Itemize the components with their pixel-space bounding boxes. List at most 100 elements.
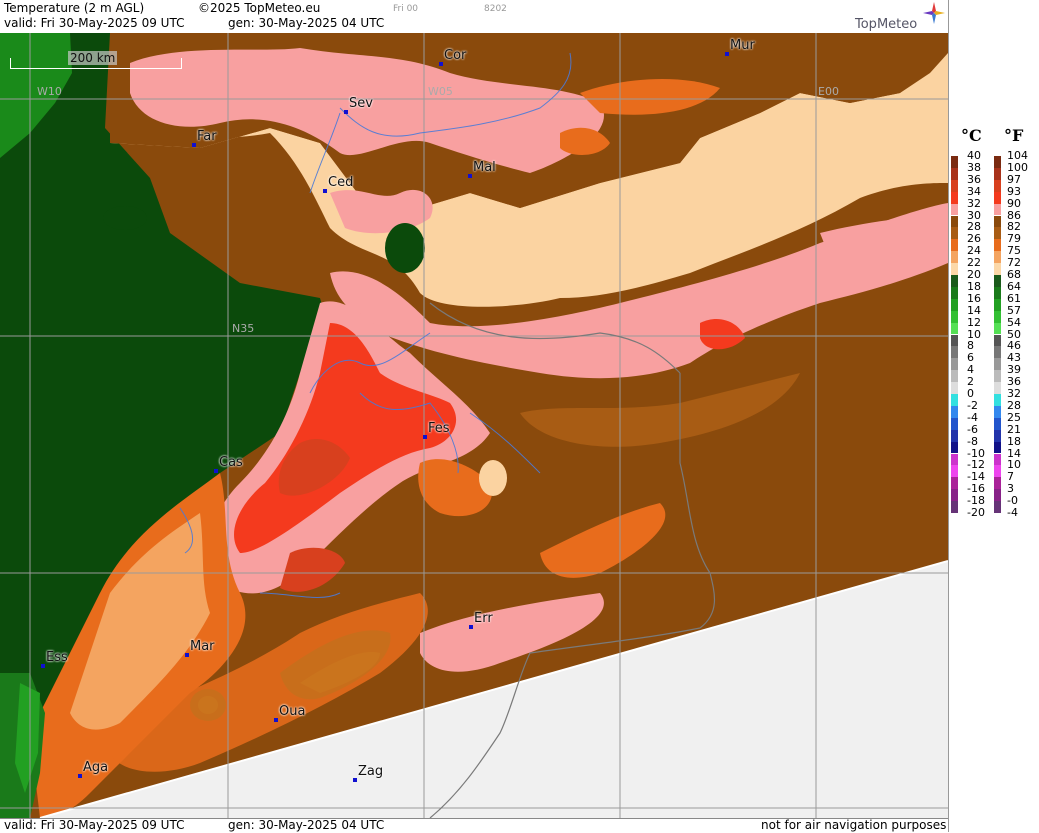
legend-swatch: [951, 191, 958, 204]
legend-swatch: [951, 465, 958, 478]
legend-swatch: [951, 370, 958, 383]
legend-swatch: [994, 405, 1001, 418]
legend-swatch: [951, 227, 958, 240]
legend-swatch: [994, 489, 1001, 502]
legend-swatch: [994, 477, 1001, 490]
legend-swatch: [994, 382, 1001, 394]
city-label: Sev: [349, 96, 373, 111]
legend-celsius-tick: -12: [967, 458, 985, 472]
scale-label: 200 km: [68, 51, 118, 65]
city-marker-sev: [344, 110, 348, 114]
legend-swatch: [951, 310, 958, 323]
footer-valid: valid: Fri 30-May-2025 09 UTC: [4, 818, 185, 832]
legend-swatch: [951, 322, 958, 335]
legend-fahrenheit-tick: 68: [1007, 268, 1021, 281]
legend-swatch: [951, 286, 958, 299]
city-label: Oua: [279, 704, 306, 719]
legend-swatch: [951, 251, 958, 264]
footer-gen: gen: 30-May-2025 04 UTC: [228, 818, 385, 832]
legend-celsius-tick: 32: [967, 196, 981, 210]
legend-celsius-tick: 26: [967, 232, 981, 246]
legend-fahrenheit-tick: 64: [1007, 279, 1021, 293]
city-marker-mur: [725, 52, 729, 56]
city-marker-mar: [185, 653, 189, 657]
legend-swatch: [994, 298, 1001, 311]
fahrenheit-unit: °F: [1004, 126, 1024, 145]
legend-celsius-tick: 8: [967, 339, 974, 353]
legend-swatch: [951, 275, 958, 287]
map-canvas: [0, 33, 948, 818]
legend-celsius-tick: -16: [967, 482, 985, 496]
temperature-map[interactable]: W10 W05 E00 N35 200 km Cor Mur Sev Far Mal Ce…: [0, 33, 948, 818]
legend-fahrenheit-tick: 32: [1007, 387, 1021, 400]
legend-celsius-tick: 34: [967, 184, 981, 198]
legend-swatch: [951, 239, 958, 252]
legend-swatch: [994, 239, 1001, 252]
legend-swatch: [994, 322, 1001, 335]
legend-swatch: [951, 405, 958, 418]
legend-celsius-tick: 28: [967, 220, 981, 234]
celsius-unit: °C: [961, 126, 982, 145]
legend-fahrenheit-tick: 18: [1007, 434, 1021, 448]
valid-time: valid: Fri 30-May-2025 09 UTC: [4, 16, 185, 30]
legend-fahrenheit-tick: 61: [1007, 291, 1021, 305]
legend-fahrenheit-tick: 36: [1007, 375, 1021, 389]
legend-celsius-tick: -18: [967, 494, 985, 508]
city-marker-far: [192, 143, 196, 147]
legend-swatch: [994, 358, 1001, 371]
legend-celsius-tick: 4: [967, 363, 974, 377]
legend-swatch: [994, 334, 1001, 347]
legend-celsius-tick: 36: [967, 172, 981, 186]
legend-fahrenheit-tick: 86: [1007, 208, 1021, 222]
legend-swatch: [994, 179, 1001, 192]
legend-celsius-tick: 30: [967, 208, 981, 222]
city-label: Far: [197, 129, 217, 144]
legend-swatch: [951, 179, 958, 192]
city-label: Mar: [190, 639, 215, 654]
legend-celsius-tick: 22: [967, 256, 981, 270]
legend-swatch: [951, 358, 958, 371]
legend-fahrenheit-tick: 72: [1007, 256, 1021, 270]
legend-celsius-tick: -20: [967, 506, 985, 519]
city-marker-cas: [214, 469, 218, 473]
footer-note: not for air navigation purposes: [761, 818, 947, 832]
legend-swatch: [951, 489, 958, 502]
legend-fahrenheit-tick: -4: [1007, 506, 1018, 519]
copyright: ©2025 TopMeteo.eu: [198, 1, 321, 15]
run-label: Fri 00: [393, 4, 419, 14]
legend-celsius-tick: -6: [967, 422, 978, 436]
legend-fahrenheit-tick: 46: [1007, 339, 1021, 353]
legend-swatch: [951, 263, 958, 275]
brand-name: TopMeteo: [855, 17, 918, 32]
legend-fahrenheit-tick: 93: [1007, 184, 1021, 198]
grid-label-e00: E00: [818, 85, 839, 98]
city-label: Cor: [444, 48, 467, 63]
legend-swatch: [951, 441, 958, 454]
legend-celsius-tick: -2: [967, 398, 978, 412]
legend-fahrenheit-tick: 50: [1007, 327, 1021, 341]
legend-swatch: [994, 203, 1001, 216]
legend-swatch: [951, 429, 958, 442]
legend-swatch: [951, 394, 958, 406]
legend-swatch: [994, 275, 1001, 287]
gen-time: gen: 30-May-2025 04 UTC: [228, 16, 385, 30]
city-label: Ced: [328, 175, 354, 190]
legend-swatch: [951, 298, 958, 311]
legend-swatch: [951, 382, 958, 394]
legend-fahrenheit-tick: 104: [1007, 149, 1028, 162]
legend-swatch: [951, 477, 958, 490]
legend-celsius-tick: 6: [967, 351, 974, 365]
footer-bar: valid: Fri 30-May-2025 09 UTC gen: 30-Ma…: [0, 818, 948, 833]
legend-swatch: [994, 215, 1001, 228]
header-bar: Temperature (2 m AGL) ©2025 TopMeteo.eu …: [0, 0, 948, 33]
legend-swatch: [994, 346, 1001, 359]
grid-label-w10: W10: [37, 85, 62, 98]
legend-fahrenheit-tick: 43: [1007, 351, 1021, 365]
temperature-legend: °C °F 40 38 36 34 32 30 28 26 24 22 20 18 16 14 12 10 8 6…: [948, 0, 1039, 832]
legend-swatch: [951, 156, 958, 168]
legend-fahrenheit-tick: 39: [1007, 363, 1021, 377]
legend-celsius-tick: -4: [967, 410, 978, 424]
city-marker-cor: [439, 62, 443, 66]
legend-swatch: [994, 191, 1001, 204]
city-label: Mur: [730, 38, 755, 53]
